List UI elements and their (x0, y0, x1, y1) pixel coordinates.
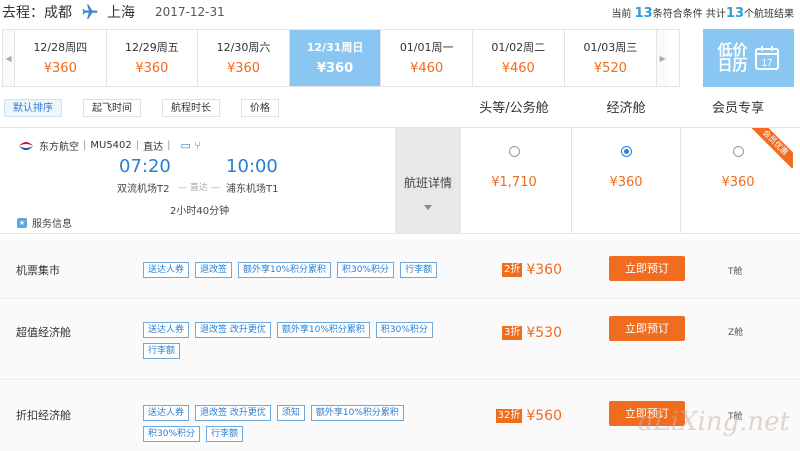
discount-badge: 2折 (501, 263, 523, 277)
fare-tag[interactable]: 行李额 (143, 343, 181, 359)
departure-airport: 双流机场T2 (117, 184, 170, 195)
cabin-class: Z舱 (728, 328, 744, 338)
calendar-icon: 17 (754, 46, 779, 70)
date-option[interactable]: 12/30周六 ¥360 (198, 30, 290, 86)
cabin-header-first: 头等/公务舱 (479, 101, 549, 116)
travel-date: 2017-12-31 (155, 5, 225, 19)
date-option-selected[interactable]: 12/31周日 ¥360 (289, 30, 382, 86)
cabin-member-radio[interactable] (732, 146, 744, 157)
fare-tag[interactable]: 行李额 (206, 426, 244, 442)
fare-name: 折扣经济舱 (16, 409, 71, 422)
result-summary: 当前 13条符合条件 共计13个航班结果 (611, 6, 794, 21)
fare-tag[interactable]: 送达人券 (143, 262, 190, 278)
fare-tag[interactable]: 退改签 (195, 262, 233, 278)
fare-tag[interactable]: 退改签 改升更优 (195, 322, 271, 338)
date-option[interactable]: 12/28周四 ¥360 (15, 30, 107, 86)
fare-tag[interactable]: 积30%积分 (143, 426, 201, 442)
date-option[interactable]: 01/02周二 ¥460 (473, 30, 565, 86)
fare-tags: 送达人券 退改签 改升更优 额外享10%积分累积 积30%积分 行李额 (143, 322, 443, 359)
discount-badge: 32折 (495, 409, 523, 423)
date-option[interactable]: 01/03周三 ¥520 (565, 30, 657, 86)
fare-tag[interactable]: 额外享10%积分累积 (238, 262, 332, 278)
date-selector: ◀ 12/28周四 ¥360 12/29周五 ¥360 12/30周六 ¥360 12… (2, 29, 680, 87)
fare-tags: 送达人券 退改签 额外享10%积分累积 积30%积分 行李额 (143, 262, 443, 278)
sort-price-button[interactable]: 价格 (241, 99, 279, 117)
fare-tag[interactable]: 额外享10%积分累积 (310, 405, 404, 421)
total-count: 13 (725, 6, 744, 21)
sort-duration-button[interactable]: 航程时长 (162, 99, 220, 117)
cabin-economy[interactable]: ¥360 (571, 128, 681, 233)
low-price-calendar-button[interactable]: 低价日历 17 (703, 29, 794, 87)
fare-name: 超值经济舱 (16, 326, 71, 339)
date-option[interactable]: 12/29周五 ¥360 (107, 30, 199, 86)
fare-row: 机票集市 送达人券 退改签 额外享10%积分累积 积30%积分 行李额 2折 ¥… (0, 239, 800, 299)
airline-name: 东方航空 (39, 142, 79, 153)
flight-duration: 2小时40分钟 (170, 206, 230, 217)
fare-tag[interactable]: 额外享10%积分累积 (276, 322, 370, 338)
next-dates-button[interactable]: ▶ (656, 30, 669, 86)
page-header: 去程：成都 上海 2017-12-31 当前 13条符合条件 共计13个航班结果 (0, 0, 800, 26)
fare-tag[interactable]: 须知 (276, 405, 305, 421)
arrival-airport: 浦东机场T1 (226, 184, 279, 195)
fare-price: 2折 ¥360 (501, 262, 562, 278)
airline-info: 东方航空 | MU5402 | 直达 | ▭ ⑂ (18, 138, 201, 153)
sort-default-button[interactable]: 默认排序 (4, 99, 62, 117)
cabin-first-radio[interactable] (508, 146, 520, 157)
fare-row: 超值经济舱 送达人券 退改签 改升更优 额外享10%积分累积 积30%积分 行李… (0, 300, 800, 380)
fare-tag[interactable]: 积30%积分 (375, 322, 433, 338)
star-icon: ★ (17, 217, 27, 228)
departure-time: 07:20 (119, 156, 171, 177)
cabin-header-economy: 经济舱 (606, 101, 646, 116)
fare-tag[interactable]: 送达人券 (143, 405, 190, 421)
chevron-right-icon: ▶ (659, 53, 666, 63)
meal-screen-icon: ▭ ⑂ (180, 139, 202, 152)
fare-tag[interactable]: 送达人券 (143, 322, 190, 338)
fare-amount: ¥360 (526, 262, 562, 278)
chevron-left-icon: ◀ (5, 53, 12, 63)
cabin-first[interactable]: ¥1,710 (459, 128, 569, 233)
cabin-economy-price: ¥360 (609, 175, 643, 190)
flight-type: 直达 (143, 142, 164, 153)
cabin-class: T舱 (728, 267, 743, 277)
fare-price: 3折 ¥530 (501, 325, 562, 341)
fare-tags: 送达人券 退改签 改升更优 须知 额外享10%积分累积 积30%积分 行李额 (143, 405, 433, 442)
member-badge: 会员优惠 (749, 128, 793, 172)
calendar-label: 低价日历 (717, 41, 748, 74)
fare-tag[interactable]: 积30%积分 (337, 262, 395, 278)
sort-bar: 默认排序 起飞时间 航程时长 价格 头等/公务舱 经济舱 会员专享 (0, 95, 800, 122)
fare-price: 32折 ¥560 (495, 408, 562, 424)
plane-icon (82, 4, 98, 19)
book-now-button[interactable]: 立即预订 (609, 256, 685, 281)
fare-tag[interactable]: 退改签 改升更优 (195, 405, 271, 421)
direct-indicator: — 直达 — (178, 183, 220, 193)
destination-label: 上海 (107, 5, 135, 21)
flight-detail-toggle[interactable]: 航班详情 (395, 128, 461, 233)
fare-amount: ¥530 (526, 325, 562, 341)
origin-label: 去程：成都 (2, 5, 72, 21)
cabin-first-price: ¥1,710 (491, 175, 537, 190)
watermark: aLiXing.net (637, 407, 790, 437)
book-now-button[interactable]: 立即预订 (609, 316, 685, 341)
cabin-header-member: 会员专享 (711, 101, 764, 116)
calendar-day: 17 (761, 58, 773, 69)
cabin-member[interactable]: 会员优惠 ¥360 (683, 128, 793, 233)
prev-dates-button[interactable]: ◀ (3, 30, 15, 86)
flight-number: MU5402 (90, 140, 132, 151)
triangle-down-icon (424, 205, 432, 210)
cabin-member-price: ¥360 (721, 175, 755, 190)
cabin-economy-radio[interactable] (620, 146, 632, 157)
arrival-time: 10:00 (226, 156, 278, 177)
fare-tag[interactable]: 行李额 (400, 262, 438, 278)
fare-name: 机票集市 (16, 264, 60, 277)
match-count: 13 (634, 6, 653, 21)
route-info: 去程：成都 上海 2017-12-31 (2, 2, 225, 22)
date-option[interactable]: 01/01周一 ¥460 (381, 30, 473, 86)
china-eastern-logo-icon (19, 141, 33, 150)
flight-row: 东方航空 | MU5402 | 直达 | ▭ ⑂ 07:20 10:00 双流机… (0, 127, 800, 234)
discount-badge: 3折 (501, 326, 523, 340)
fare-amount: ¥560 (526, 408, 562, 424)
sort-depart-button[interactable]: 起飞时间 (83, 99, 141, 117)
service-info-link[interactable]: ★ 服务信息 (17, 215, 72, 230)
